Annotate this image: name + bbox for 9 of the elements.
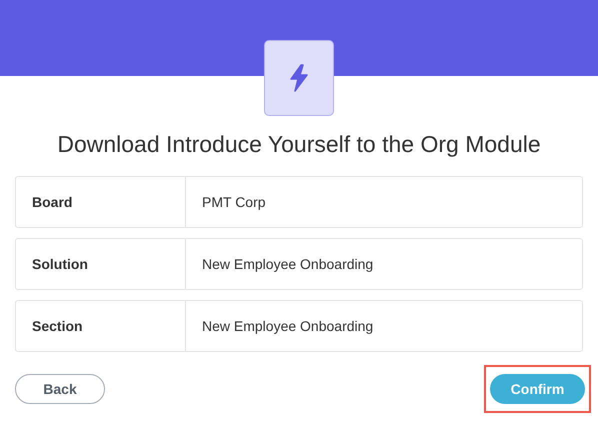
detail-value: PMT Corp [201, 193, 267, 212]
lightning-icon [289, 64, 309, 92]
detail-label: Section [16, 301, 186, 351]
detail-label: Board [16, 177, 186, 227]
back-button[interactable]: Back [15, 374, 105, 404]
detail-value: New Employee Onboarding [201, 255, 374, 274]
detail-label: Solution [16, 239, 186, 289]
dialog-title: Download Introduce Yourself to the Org Module [56, 130, 542, 158]
detail-value: New Employee Onboarding [201, 317, 374, 336]
